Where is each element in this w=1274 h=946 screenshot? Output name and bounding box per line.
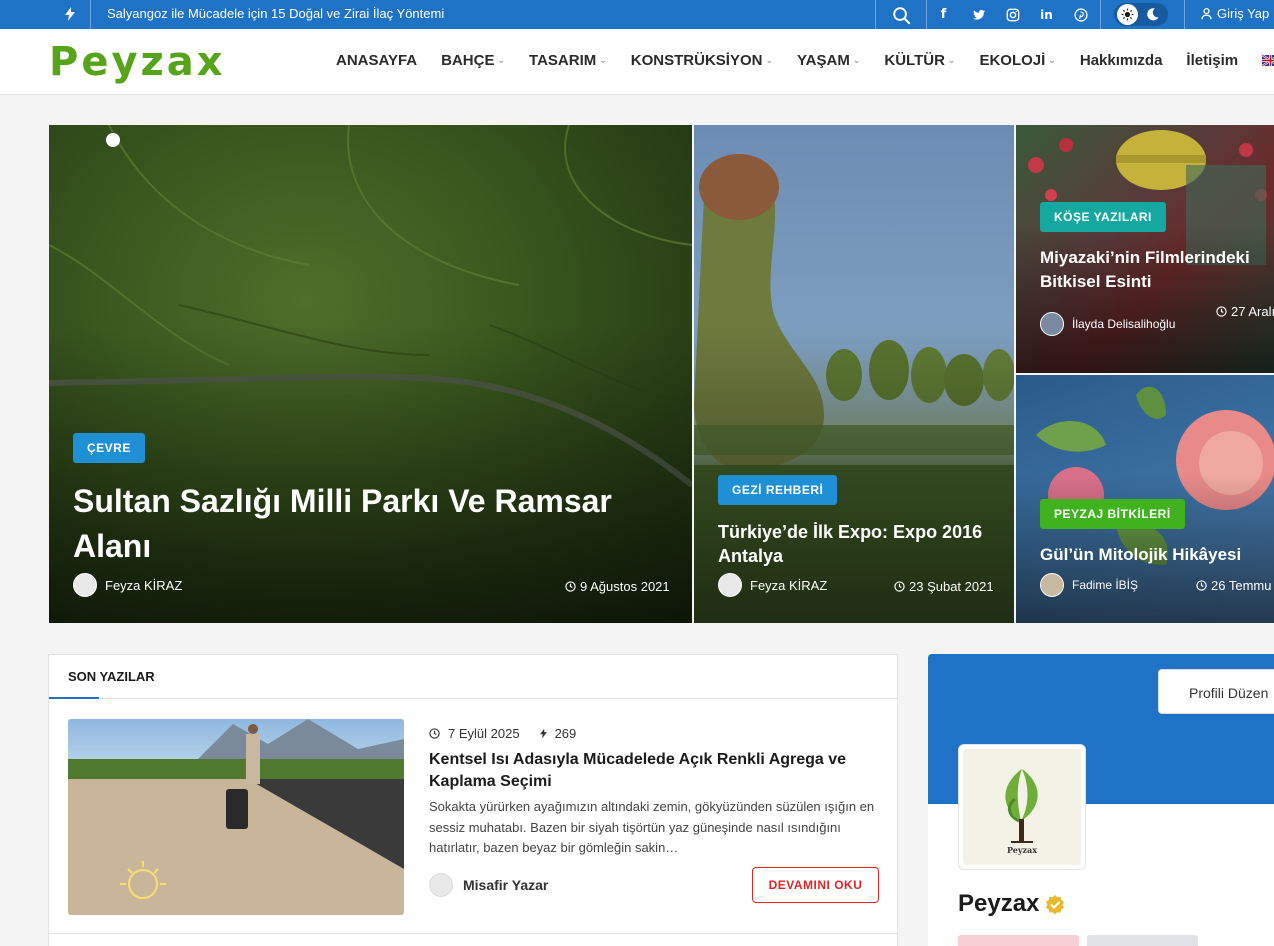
divider (49, 933, 897, 934)
author-info: Fadime İBİŞ (1040, 573, 1138, 597)
edit-profile-button[interactable]: Profili Düzen (1158, 669, 1274, 714)
category-badge[interactable]: GEZİ REHBERİ (718, 475, 838, 505)
post-date: 9 Ağustos 2021 (565, 579, 670, 594)
avatar (429, 873, 453, 897)
uk-flag-icon (1262, 55, 1274, 66)
clock-icon (1196, 580, 1207, 591)
nav-item-anasayfa[interactable]: ANASAYFA (336, 52, 417, 69)
profile-tab-button[interactable] (958, 935, 1079, 946)
avatar (718, 573, 742, 597)
news-ticker-link[interactable]: Salyangoz ile Mücadele için 15 Doğal ve … (107, 6, 444, 21)
moon-icon[interactable] (1145, 7, 1161, 23)
author-info: Feyza KİRAZ (718, 573, 827, 597)
author-name[interactable]: Misafir Yazar (463, 877, 548, 893)
divider (1100, 0, 1101, 29)
nav-item-iletisim[interactable]: İletişim (1186, 52, 1238, 69)
clock-icon (894, 581, 905, 592)
hero-card-middle[interactable]: GEZİ REHBERİ Türkiye’de İlk Expo: Expo 2… (694, 125, 1014, 623)
tabs: SON YAZILAR (49, 655, 897, 699)
nav-item-konstruksiyon[interactable]: KONSTRÜKSİYON ⌄ (631, 52, 773, 69)
bolt-icon (65, 7, 75, 21)
facebook-icon[interactable]: f (935, 6, 952, 23)
profile-tab-button[interactable] (1087, 935, 1198, 946)
hero-card-main[interactable]: ÇEVRE Sultan Sazlığı Milli Parkı Ve Rams… (49, 125, 692, 623)
nav-item-bahce[interactable]: BAHÇE ⌄ (441, 52, 505, 69)
post-excerpt: Sokakta yürürken ayağımızın altındaki ze… (429, 799, 875, 855)
post-thumbnail[interactable] (68, 719, 404, 915)
nav-item-hakkimizda[interactable]: Hakkımızda (1080, 52, 1163, 69)
top-bar: Salyangoz ile Mücadele için 15 Doğal ve … (0, 0, 1274, 29)
tab-active-indicator (49, 697, 99, 699)
divider (875, 0, 876, 29)
language-switcher[interactable]: En (1262, 52, 1274, 69)
user-icon (1201, 7, 1212, 20)
author-name[interactable]: Fadime İBİŞ (1072, 578, 1138, 592)
nav-item-tasarim[interactable]: TASARIM ⌄ (529, 52, 607, 69)
bolt-icon (539, 728, 547, 739)
avatar (1040, 573, 1064, 597)
author-name[interactable]: Feyza KİRAZ (105, 578, 182, 593)
site-header: Peyzax ANASAYFA BAHÇE ⌄ TASARIM ⌄ KONSTRÜK… (0, 29, 1274, 95)
avatar (73, 573, 97, 597)
instagram-icon[interactable] (1004, 6, 1021, 23)
post-meta: 7 Eylül 2025 269 (429, 726, 576, 741)
clock-icon (1216, 306, 1227, 317)
chevron-down-icon: ⌄ (1048, 55, 1056, 65)
profile-widget: Profili Düzen Peyzax Peyzax (928, 654, 1274, 946)
chevron-down-icon: ⌄ (947, 55, 956, 65)
divider (90, 0, 91, 29)
hero-middle-title[interactable]: Türkiye’de İlk Expo: Expo 2016 Antalya (718, 520, 1008, 568)
nav-item-ekoloji[interactable]: EKOLOJİ ⌄ (979, 52, 1055, 69)
recent-posts-panel: SON YAZILAR 7 Eylül 2025 269 Kentsel Isı… (48, 654, 898, 946)
hero-top-right-title[interactable]: Miyazaki’nin Filmlerindeki Bitkisel Esin… (1040, 246, 1274, 294)
divider (926, 0, 927, 29)
view-count: 269 (538, 726, 576, 741)
tab-son-yazilar[interactable]: SON YAZILAR (68, 669, 155, 684)
author-info: İlayda Delisalihoğlu (1040, 312, 1175, 336)
svg-text:Peyzax: Peyzax (1007, 845, 1037, 855)
linkedin-icon[interactable]: in (1038, 6, 1055, 23)
chevron-down-icon: ⌄ (497, 55, 506, 65)
post-date: 7 Eylül 2025 (429, 726, 520, 741)
hero-card-bottom-right[interactable]: PEYZAJ BİTKİLERİ Gül’ün Mitolojik Hikâye… (1016, 375, 1274, 623)
author-name[interactable]: Feyza KİRAZ (750, 578, 827, 593)
sun-icon[interactable] (1117, 4, 1138, 25)
nav-item-yasam[interactable]: YAŞAM ⌄ (797, 52, 860, 69)
post-date: 23 Şubat 2021 (894, 579, 994, 594)
profile-avatar[interactable]: Peyzax (958, 744, 1086, 870)
author-name[interactable]: İlayda Delisalihoğlu (1072, 317, 1175, 331)
post-date: 27 Aralı (1216, 304, 1274, 319)
read-more-button[interactable]: DEVAMINI OKU (752, 867, 879, 903)
login-link[interactable]: Giriş Yap (1200, 6, 1269, 21)
theme-toggle[interactable] (1114, 3, 1168, 26)
category-badge[interactable]: PEYZAJ BİTKİLERİ (1040, 499, 1185, 529)
hero-card-top-right[interactable]: KÖŞE YAZILARI Miyazaki’nin Filmlerindeki… (1016, 125, 1274, 373)
login-label: Giriş Yap (1217, 6, 1270, 21)
hero-bottom-right-title[interactable]: Gül’ün Mitolojik Hikâyesi (1040, 543, 1274, 567)
pinterest-icon[interactable] (1072, 6, 1089, 23)
author-info: Feyza KİRAZ (73, 573, 182, 597)
chevron-down-icon: ⌄ (852, 55, 861, 65)
hero-main-title[interactable]: Sultan Sazlığı Milli Parkı Ve Ramsar Ala… (73, 479, 673, 569)
clock-icon (565, 581, 576, 592)
post-title[interactable]: Kentsel Isı Adasıyla Mücadelede Açık Ren… (429, 749, 869, 793)
category-badge[interactable]: KÖŞE YAZILARI (1040, 202, 1166, 232)
category-badge[interactable]: ÇEVRE (73, 433, 145, 463)
search-icon[interactable] (891, 5, 911, 25)
chevron-down-icon: ⌄ (765, 55, 774, 65)
site-logo[interactable]: Peyzax (49, 39, 226, 85)
post-date: 26 Temmu (1196, 578, 1271, 593)
clock-icon (429, 728, 440, 739)
main-nav: ANASAYFA BAHÇE ⌄ TASARIM ⌄ KONSTRÜKSİYON ⌄ … (336, 52, 1274, 69)
chevron-down-icon: ⌄ (599, 55, 607, 65)
divider (1184, 0, 1185, 29)
twitter-icon[interactable] (970, 6, 987, 23)
author-info: Misafir Yazar (429, 873, 548, 897)
nav-item-kultur[interactable]: KÜLTÜR ⌄ (884, 52, 955, 69)
profile-name: Peyzax (958, 890, 1065, 918)
avatar (1040, 312, 1064, 336)
tree-logo-icon: Peyzax (1005, 769, 1038, 855)
verified-badge-icon (1046, 895, 1065, 914)
